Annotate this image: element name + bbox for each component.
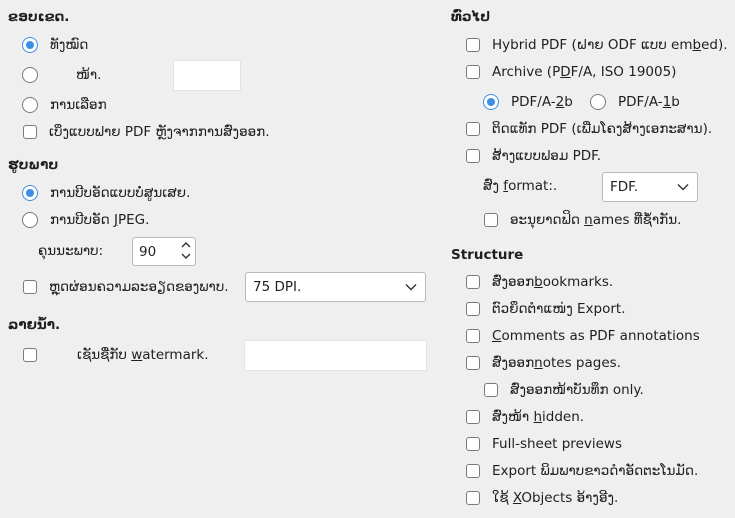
resolution-dropdown[interactable]: 75 DPI. [245, 272, 426, 302]
export-bookmarks-option[interactable]: ສົ່ງອອກbookmarks. [466, 272, 613, 292]
lossless-label: ການບີບອັດແບບບໍ່ສູນເສຍ. [50, 185, 191, 201]
create-form-label: ສ້າງແບບຟອມ PDF. [492, 148, 602, 164]
jpeg-label: ການບີບອັດ JPEG. [50, 212, 150, 228]
watermark-text-input[interactable] [244, 340, 427, 371]
resolution-value: 75 DPI. [253, 279, 302, 295]
reduce-resolution-label: ຫຼຸດຜ່ອນຄວາມລະອຽດຂອງພາບ. [49, 279, 229, 295]
reduce-resolution-option[interactable]: ຫຼຸດຜ່ອນຄວາມລະອຽດຂອງພາບ. [23, 277, 229, 297]
chevron-down-icon [677, 184, 689, 191]
checkbox-tagged[interactable] [466, 122, 480, 136]
pdfa-1b-option[interactable]: PDF/A-1b [590, 92, 680, 112]
comments-label: Comments as PDF annotations [492, 328, 700, 344]
range-selection-option[interactable]: ການເລືອກ [22, 95, 107, 115]
range-heading: ຂອບເຂດ. [8, 9, 70, 25]
watermark-heading: ລາຍນ້ຳ. [8, 317, 61, 333]
full-sheet-previews-option[interactable]: Full-sheet previews [466, 434, 622, 454]
checkbox-auto[interactable] [466, 464, 480, 478]
hybrid-label: Hybrid PDF (ຝາຍ ODF ແບບ embed). [492, 37, 728, 53]
create-form-option[interactable]: ສ້າງແບບຟອມ PDF. [466, 146, 601, 166]
export-auto-option[interactable]: Export ພິມພາບຂາວດຳອັດຕະໂນມັດ. [466, 461, 698, 481]
view-after-export-option[interactable]: ເບິ່ງແບບຟາຍ PDF ຫຼັງຈາກການສົ່ງອອກ. [23, 122, 270, 142]
allow-duplicate-label: ອະນຸຍາດຟິດ names ທີ່ຊ້ຳກັນ. [510, 212, 682, 228]
range-pages-label: ໜ້າ. [76, 67, 102, 83]
pages-input[interactable] [173, 60, 241, 91]
full-sheet-label: Full-sheet previews [492, 436, 622, 452]
export-notes-option[interactable]: ສົ່ງອອກnotes pages. [466, 353, 621, 373]
export-hidden-option[interactable]: ສົ່ງໜ້າ hidden. [466, 407, 584, 427]
checkbox-create-form[interactable] [466, 149, 480, 163]
export-bookmarks-label: ສົ່ງອອກbookmarks. [492, 274, 614, 290]
quality-spinbox[interactable]: 90 [132, 237, 196, 266]
allow-duplicate-names-option[interactable]: ອະນຸຍາດຟິດ names ທີ່ຊ້ຳກັນ. [484, 210, 681, 230]
quality-label: ຄຸນນະພາບ: [38, 243, 104, 259]
radio-pdfa-1b[interactable] [590, 94, 606, 110]
comments-option[interactable]: Comments as PDF annotations [466, 326, 700, 346]
pdfa-1b-label: PDF/A-1b [618, 94, 680, 110]
submit-format-label: ສົ່ງ format:. [483, 178, 558, 194]
checkbox-hybrid[interactable] [466, 38, 480, 52]
range-selection-label: ການເລືອກ [50, 97, 107, 113]
pdfa-2b-label: PDF/A-2b [511, 94, 573, 110]
pdfa-2b-option[interactable]: PDF/A-2b [483, 92, 573, 112]
checkbox-export-notes[interactable] [466, 356, 480, 370]
radio-all[interactable] [22, 37, 38, 53]
checkbox-hidden[interactable] [466, 410, 480, 424]
archive-label: Archive (PDF/A, ISO 19005) [492, 64, 677, 80]
export-placeholders-option[interactable]: ຕົວຍຶດຕຳແໜ່ງ Export. [466, 299, 626, 319]
auto-label: Export ພິມພາບຂາວດຳອັດຕະໂນມັດ. [492, 463, 699, 479]
checkbox-xobjects[interactable] [466, 491, 480, 505]
xobjects-label: ໃຊ້ XObjects ອ້າງອີງ. [492, 490, 619, 506]
hybrid-pdf-option[interactable]: Hybrid PDF (ຝາຍ ODF ແບບ embed). [466, 35, 728, 55]
checkbox-notes-only[interactable] [484, 383, 498, 397]
placeholders-label: ຕົວຍຶດຕຳແໜ່ງ Export. [492, 301, 626, 317]
spin-up-icon[interactable] [181, 241, 191, 249]
archive-option[interactable]: Archive (PDF/A, ISO 19005) [466, 62, 676, 82]
tagged-pdf-option[interactable]: ຕິດແທັກ PDF (ເພີ່ມໂຄງສ້າງເອກະສານ). [466, 119, 712, 139]
spin-down-icon[interactable] [181, 252, 191, 260]
submit-format-value: FDF. [610, 179, 639, 195]
tagged-label: ຕິດແທັກ PDF (ເພີ່ມໂຄງສ້າງເອກະສານ). [492, 121, 713, 137]
lossless-option[interactable]: ການບີບອັດແບບບໍ່ສູນເສຍ. [22, 183, 190, 203]
notes-only-label: ສົ່ງອອກໜ້າບັນທຶກ only. [510, 382, 644, 398]
structure-heading: Structure [451, 247, 524, 263]
checkbox-watermark[interactable] [23, 348, 37, 362]
hidden-label: ສົ່ງໜ້າ hidden. [492, 409, 585, 425]
sign-watermark-option[interactable]: ເຊັນຊື່ກັບ watermark. [23, 345, 209, 365]
range-pages-option[interactable]: ໜ້າ. [22, 65, 101, 85]
view-after-label: ເບິ່ງແບບຟາຍ PDF ຫຼັງຈາກການສົ່ງອອກ. [49, 124, 270, 140]
range-all-option[interactable]: ທັງໝົດ [22, 35, 88, 55]
quality-value: 90 [139, 243, 157, 260]
radio-pdfa-2b[interactable] [483, 94, 499, 110]
notes-only-option[interactable]: ສົ່ງອອກໜ້າບັນທຶກ only. [484, 380, 644, 400]
radio-jpeg[interactable] [22, 212, 38, 228]
checkbox-comments[interactable] [466, 329, 480, 343]
general-heading: ທົ່ວໄປ [451, 9, 491, 25]
checkbox-archive[interactable] [466, 65, 480, 79]
radio-selection[interactable] [22, 97, 38, 113]
checkbox-full-sheet[interactable] [466, 437, 480, 451]
radio-pages[interactable] [22, 67, 38, 83]
chevron-down-icon [405, 284, 417, 291]
checkbox-allow-duplicate[interactable] [484, 213, 498, 227]
checkbox-reduce-resolution[interactable] [23, 280, 37, 294]
checkbox-placeholders[interactable] [466, 302, 480, 316]
radio-lossless[interactable] [22, 185, 38, 201]
submit-format-dropdown[interactable]: FDF. [602, 172, 698, 202]
xobjects-option[interactable]: ໃຊ້ XObjects ອ້າງອີງ. [466, 488, 618, 508]
jpeg-option[interactable]: ການບີບອັດ JPEG. [22, 210, 149, 230]
export-notes-label: ສົ່ງອອກnotes pages. [492, 355, 621, 371]
checkbox-export-bookmarks[interactable] [466, 275, 480, 289]
watermark-label: ເຊັນຊື່ກັບ watermark. [77, 347, 209, 363]
checkbox-view-after[interactable] [23, 125, 37, 139]
images-heading: ຮູບພາບ [8, 157, 59, 173]
range-all-label: ທັງໝົດ [50, 37, 89, 53]
